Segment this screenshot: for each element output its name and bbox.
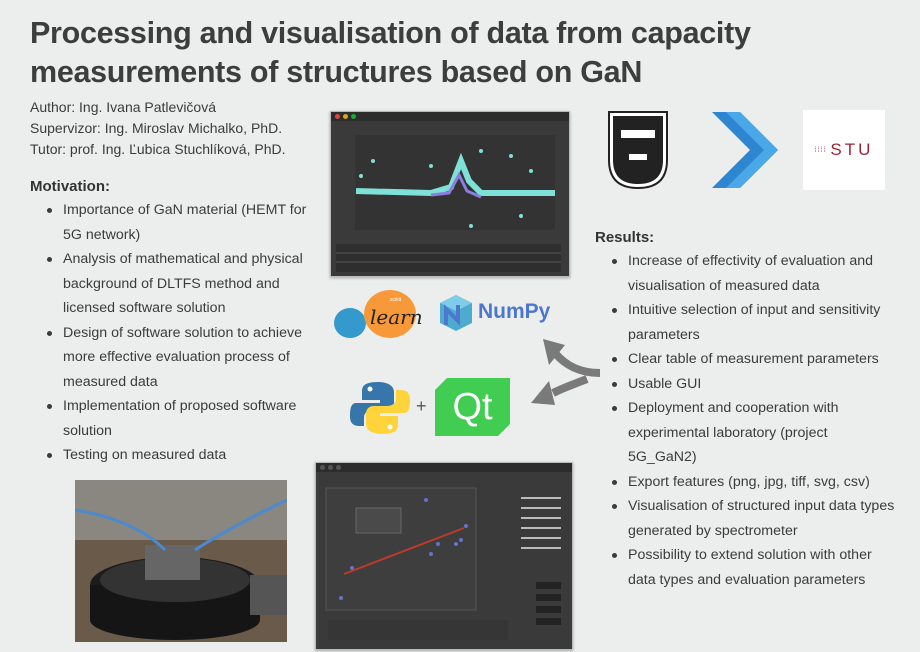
app-screenshot-evaluation xyxy=(315,462,573,650)
results-item: Possibility to extend solution with othe… xyxy=(595,543,895,592)
results-item: Increase of effectivity of evaluation an… xyxy=(595,249,895,298)
python-logo xyxy=(350,382,410,434)
results-item: Deployment and cooperation with experime… xyxy=(595,396,895,470)
supervisor: Supervizor: Ing. Miroslav Michalko, PhD. xyxy=(30,120,283,136)
qt-logo: Qt xyxy=(435,378,510,436)
motivation-item: Analysis of mathematical and physical ba… xyxy=(30,247,320,321)
scatter-plot-image xyxy=(336,135,561,272)
motivation-item: Implementation of proposed software solu… xyxy=(30,394,320,443)
arrhenius-plot-image xyxy=(325,487,561,640)
tu-logo xyxy=(608,111,668,190)
results-item: Export features (png, jpg, tiff, svg, cs… xyxy=(595,470,895,495)
tutor: Tutor: prof. Ing. Ľubica Stuchlíková, Ph… xyxy=(30,141,286,157)
stu-text: STU xyxy=(830,140,874,159)
scikit-learn-logo: scikit learn xyxy=(332,288,423,338)
measurement-cryostat-photo xyxy=(75,480,287,642)
results-heading: Results: xyxy=(595,229,655,246)
motivation-item: Testing on measured data xyxy=(30,443,320,468)
results-item: Usable GUI xyxy=(595,372,895,397)
motivation-item: Importance of GaN material (HEMT for 5G … xyxy=(30,198,320,247)
numpy-cube-icon xyxy=(440,295,472,331)
motivation-item: Design of software solution to achieve m… xyxy=(30,321,320,395)
motivation-section: Motivation: Importance of GaN material (… xyxy=(30,178,320,468)
results-item: Intuitive selection of input and sensiti… xyxy=(595,298,895,347)
author: Author: Ing. Ivana Patlevičová xyxy=(30,99,216,115)
stu-logo: ⁞⁞⁞⁞ STU xyxy=(803,110,885,190)
chevron-arrow-icon xyxy=(712,112,778,188)
results-item: Visualisation of structured input data t… xyxy=(595,494,895,543)
cycle-arrows-icon xyxy=(531,339,601,405)
plus-sign: + xyxy=(416,396,427,416)
stu-dots-icon: ⁞⁞⁞⁞ xyxy=(814,146,827,154)
results-section: Results: Increase of effectivity of eval… xyxy=(595,229,895,592)
numpy-logo: NumPy xyxy=(438,293,550,331)
app-screenshot-visualisation xyxy=(330,111,570,277)
poster-title: Processing and visualisation of data fro… xyxy=(30,16,751,89)
results-item: Clear table of measurement parameters xyxy=(595,347,895,372)
motivation-heading: Motivation: xyxy=(30,178,110,195)
